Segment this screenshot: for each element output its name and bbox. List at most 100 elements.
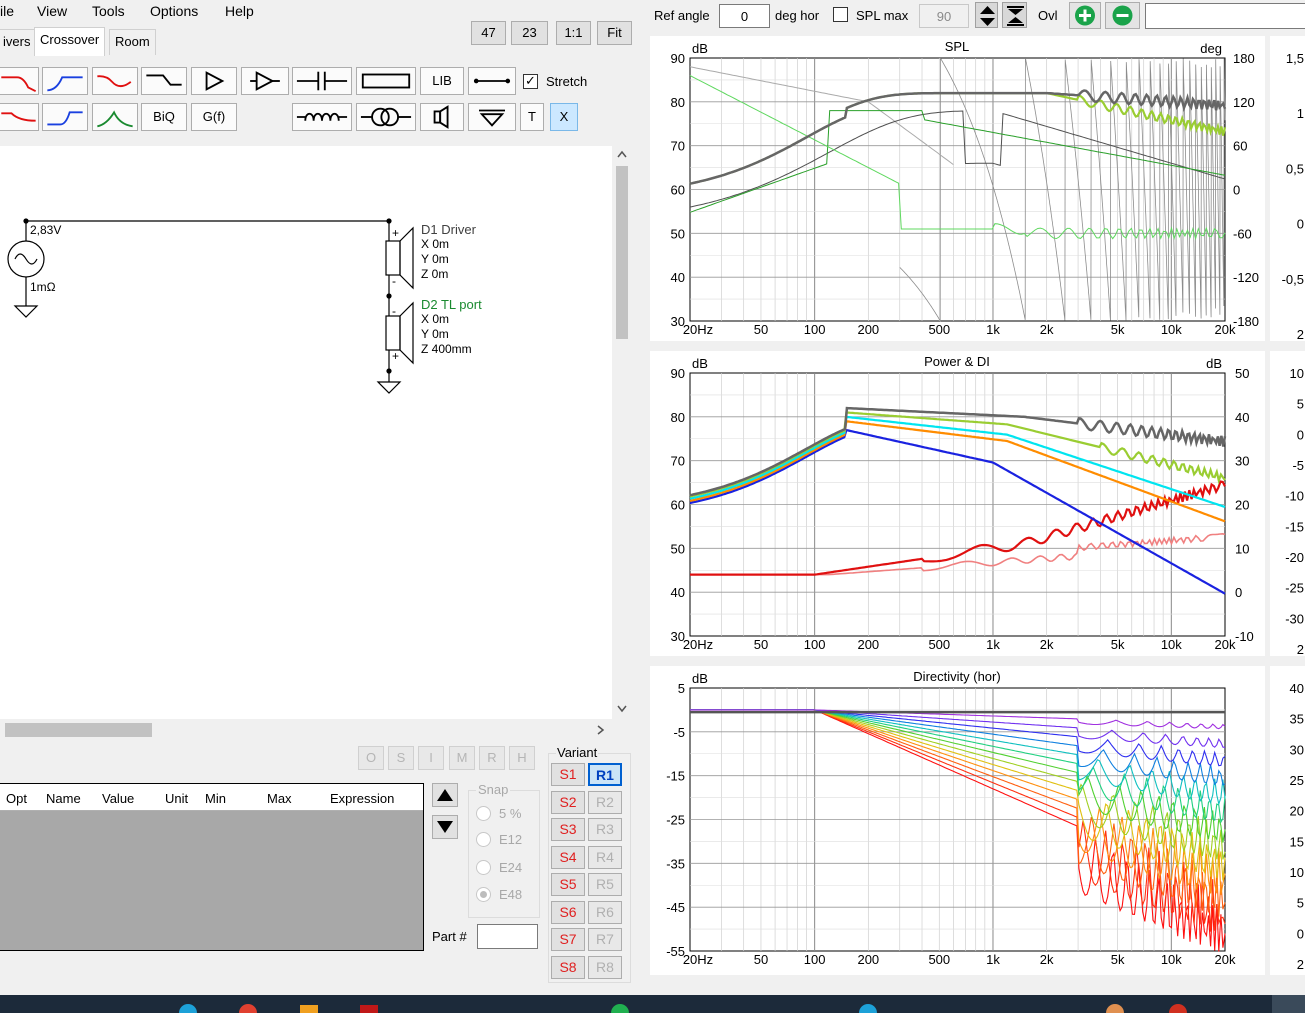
d1-plus-label: + (392, 226, 400, 240)
menu-tools[interactable]: Tools (92, 3, 125, 19)
part-number-input[interactable] (477, 924, 538, 949)
vertical-scrollbar[interactable] (612, 146, 632, 719)
delete-tool-button[interactable]: X (550, 103, 578, 131)
add-overlay-button[interactable] (1069, 2, 1101, 29)
opt-h-button[interactable]: H (509, 746, 535, 770)
directivity-graph[interactable]: 20Hz 50 100 200 500 1k 2k 5k 10k 20k Directivity (… (650, 666, 1265, 975)
side-tick-label: 1,5 (1286, 51, 1304, 66)
zoom-1-1-button[interactable]: 1:1 (556, 21, 591, 45)
spl-max-input[interactable] (919, 4, 969, 28)
highpass-red-button[interactable] (0, 103, 39, 131)
col-name[interactable]: Name (46, 791, 81, 806)
wire-button[interactable] (468, 67, 516, 95)
opt-i-button[interactable]: I (418, 746, 444, 770)
y-tick-label: -10 (1235, 629, 1254, 644)
opamp-button[interactable] (241, 67, 289, 95)
bandstop-red-button[interactable] (92, 67, 138, 95)
move-up-button[interactable] (432, 783, 458, 807)
text-tool-button[interactable]: T (520, 103, 544, 131)
menu-view[interactable]: View (37, 3, 67, 19)
transformer-button[interactable] (356, 103, 416, 131)
snap-e48-radio[interactable] (476, 887, 491, 902)
opt-s-button[interactable]: S (388, 746, 414, 770)
tab-drivers[interactable]: ivers (0, 29, 37, 55)
side-tick-label: -25 (1285, 581, 1304, 596)
speaker-button[interactable] (420, 103, 464, 131)
d1-x-label: X 0m (421, 237, 450, 251)
variant-s8-button[interactable]: S8 (551, 956, 585, 979)
variant-s3-button[interactable]: S3 (551, 818, 585, 841)
x-tick-label: 1k (986, 952, 1000, 967)
variant-r2-button[interactable]: R2 (588, 791, 622, 814)
power-di-graph[interactable]: 20Hz 50 100 200 500 1k 2k 5k 10k 20k Power & DI dB d… (650, 351, 1265, 656)
snap-e24-radio[interactable] (476, 860, 491, 875)
side-tick-label: 10 (1290, 865, 1304, 880)
ref-angle-input[interactable] (719, 4, 770, 28)
variant-r3-button[interactable]: R3 (588, 818, 622, 841)
d1-name-label[interactable]: D1 Driver (421, 222, 476, 237)
compress-icon[interactable] (1002, 2, 1027, 28)
zoom-23-button[interactable]: 23 (511, 21, 548, 45)
col-value[interactable]: Value (102, 791, 134, 806)
x-tick-label: 100 (804, 952, 826, 967)
variant-s1-button[interactable]: S1 (551, 763, 585, 786)
zoom-47-button[interactable]: 47 (471, 21, 506, 45)
variant-s2-button[interactable]: S2 (551, 791, 585, 814)
horizontal-scrollbar[interactable] (0, 719, 612, 741)
shelf-button[interactable] (141, 67, 187, 95)
col-expression[interactable]: Expression (330, 791, 394, 806)
col-max[interactable]: Max (267, 791, 292, 806)
opt-r-button[interactable]: R (479, 746, 505, 770)
variant-r7-button[interactable]: R7 (588, 928, 622, 951)
col-opt[interactable]: Opt (6, 791, 27, 806)
y-tick-label: 50 (1235, 366, 1249, 381)
stretch-checkbox[interactable]: ✓ (523, 74, 538, 89)
lowpass-red-button[interactable] (0, 67, 39, 95)
d2-name-label[interactable]: D2 TL port (421, 297, 482, 312)
y-tick-label: 80 (671, 410, 685, 425)
x-tick-label: 100 (804, 322, 826, 337)
fit-button[interactable]: Fit (597, 21, 632, 45)
variant-r8-button[interactable]: R8 (588, 956, 622, 979)
variant-s5-button[interactable]: S5 (551, 873, 585, 896)
variant-r5-button[interactable]: R5 (588, 873, 622, 896)
remove-overlay-button[interactable] (1105, 2, 1140, 29)
menu-help[interactable]: Help (225, 3, 254, 19)
bandpass-green-button[interactable] (92, 103, 138, 131)
spl-graph[interactable]: 20Hz 50 100 200 500 1k 2k 5k 10k 20k SPL dB deg 90 80 7… (650, 36, 1265, 341)
schematic-canvas[interactable]: 2,83V 1mΩ + - - + D1 Driver X 0m Y 0m Z … (0, 146, 612, 719)
snap-5pct-radio[interactable] (476, 806, 491, 821)
variant-r4-button[interactable]: R4 (588, 846, 622, 869)
menu-options[interactable]: Options (150, 3, 198, 19)
biquad-button[interactable]: BiQ (141, 103, 187, 131)
highpass-blue-button[interactable] (42, 67, 88, 95)
variant-s4-button[interactable]: S4 (551, 846, 585, 869)
parts-table[interactable] (0, 783, 424, 951)
variant-r6-button[interactable]: R6 (588, 901, 622, 924)
ground-button[interactable] (468, 103, 516, 131)
move-down-button[interactable] (432, 815, 458, 839)
y-tick-label: 180 (1233, 51, 1255, 66)
opt-m-button[interactable]: M (449, 746, 475, 770)
resistor-button[interactable] (356, 67, 416, 95)
inductor-button[interactable] (292, 103, 352, 131)
tab-room[interactable]: Room (109, 29, 156, 55)
arrow-up-down-icon[interactable] (975, 2, 998, 28)
menu-file[interactable]: ile (0, 3, 14, 19)
variant-s6-button[interactable]: S6 (551, 901, 585, 924)
library-button[interactable]: LIB (420, 67, 464, 95)
tab-crossover[interactable]: Crossover (34, 27, 106, 56)
col-unit[interactable]: Unit (165, 791, 188, 806)
col-min[interactable]: Min (205, 791, 226, 806)
transfer-function-button[interactable]: G(f) (191, 103, 237, 131)
lowshelf-blue-button[interactable] (42, 103, 88, 131)
opt-o-button[interactable]: O (358, 746, 384, 770)
y-tick-label: 70 (671, 139, 685, 154)
snap-e12-radio[interactable] (476, 832, 491, 847)
amplifier-button[interactable] (191, 67, 237, 95)
capacitor-button[interactable] (292, 67, 352, 95)
spl-max-checkbox[interactable] (833, 7, 848, 22)
variant-s7-button[interactable]: S7 (551, 928, 585, 951)
overlay-name-input[interactable] (1145, 3, 1305, 29)
variant-r1-button[interactable]: R1 (588, 763, 622, 786)
